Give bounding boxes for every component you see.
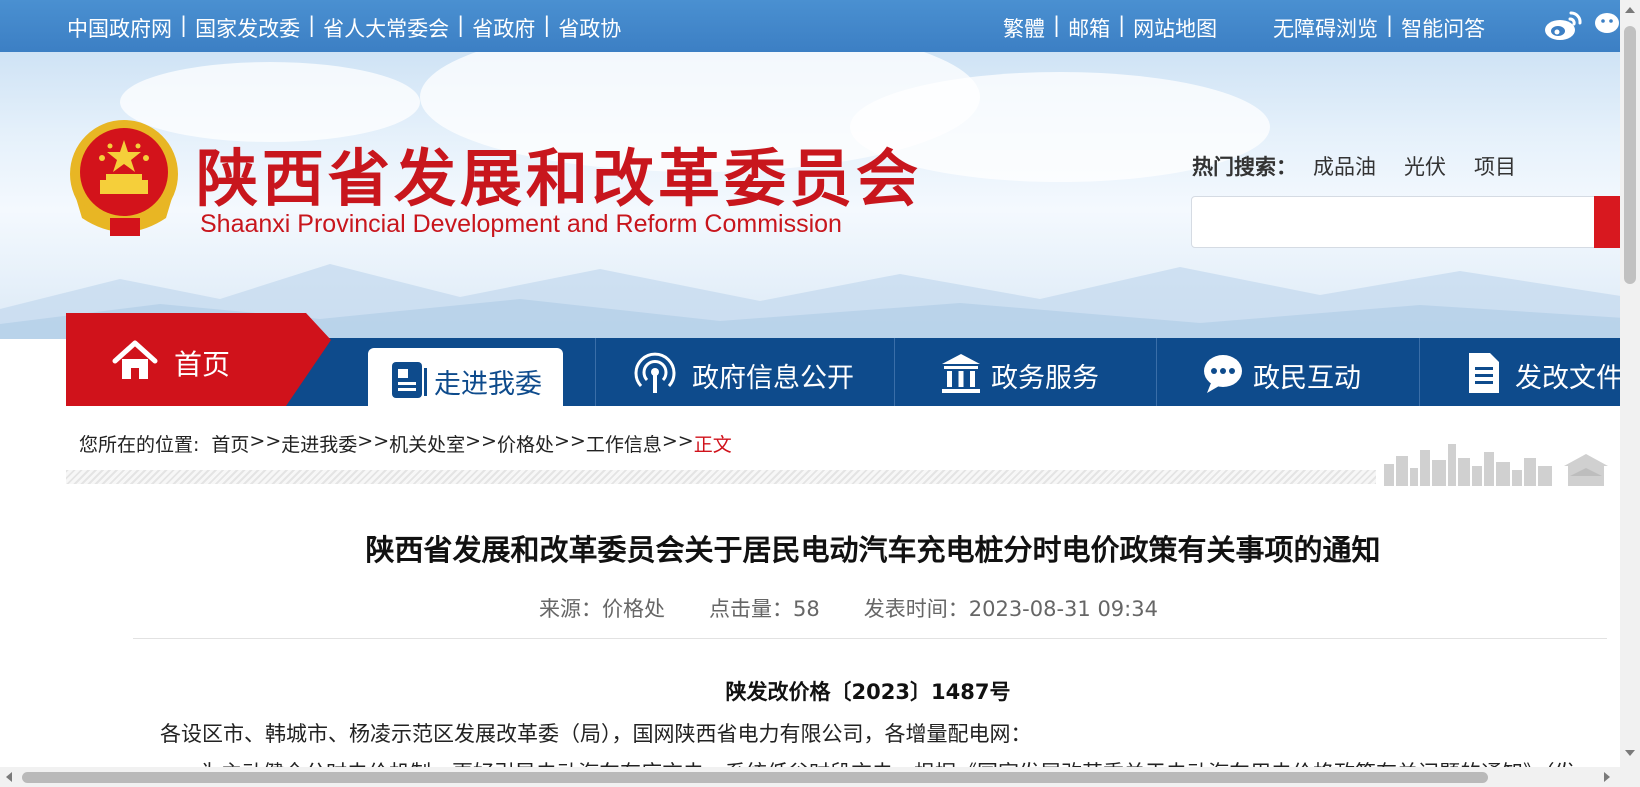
hot-search: 热门搜索： 成品油 光伏 项目: [1192, 151, 1544, 181]
scroll-up-icon[interactable]: [1625, 7, 1635, 13]
link-smart-qa[interactable]: 智能问答: [1401, 13, 1485, 43]
hot-keyword[interactable]: 光伏: [1404, 151, 1446, 181]
breadcrumb-departments[interactable]: 机关处室: [389, 430, 465, 457]
separator: |: [1386, 13, 1394, 37]
top-links-left: 中国政府网 | 国家发改委 | 省人大常委会 | 省政府 | 省政协: [67, 13, 621, 43]
breadcrumb-work-info[interactable]: 工作信息: [586, 430, 662, 457]
nav-home-label: 首页: [174, 348, 231, 381]
link-sitemap[interactable]: 网站地图: [1133, 13, 1217, 43]
chat-icon: [1201, 351, 1245, 402]
link-ndrc[interactable]: 国家发改委: [195, 13, 300, 43]
breadcrumb-current: 正文: [693, 434, 732, 456]
nav-interaction[interactable]: 政民互动: [1157, 338, 1419, 406]
scroll-right-icon[interactable]: [1604, 772, 1610, 782]
government-building-icon: [939, 351, 983, 402]
link-traditional-chinese[interactable]: 繁體: [1003, 13, 1045, 43]
vertical-scrollbar[interactable]: [1620, 0, 1640, 787]
article-hits: 点击量：58: [709, 597, 820, 621]
nav-about-label: 走进我委: [434, 369, 542, 400]
horizontal-scroll-thumb[interactable]: [22, 772, 1488, 783]
breadcrumb-separator: >>: [554, 430, 586, 452]
home-icon: [112, 339, 158, 387]
vertical-scroll-thumb[interactable]: [1624, 26, 1636, 284]
link-gov-cn[interactable]: 中国政府网: [67, 13, 172, 43]
breadcrumb-about[interactable]: 走进我委: [281, 430, 357, 457]
top-bar: 中国政府网 | 国家发改委 | 省人大常委会 | 省政府 | 省政协 繁體 | …: [0, 0, 1640, 52]
top-links-mid: 繁體 | 邮箱 | 网站地图: [1003, 13, 1217, 43]
scroll-down-icon[interactable]: [1625, 750, 1635, 756]
article-published-time: 发表时间：2023-08-31 09:34: [863, 597, 1158, 621]
breadcrumb: 您所在的位置: 首页 >> 走进我委 >> 机关处室 >> 价格处 >> 工作信…: [79, 430, 732, 457]
scroll-left-icon[interactable]: [6, 772, 12, 782]
search-input[interactable]: [1191, 196, 1595, 248]
id-card-icon: [389, 360, 429, 404]
separator: |: [543, 13, 551, 37]
nav-services[interactable]: 政务服务: [895, 338, 1156, 406]
national-emblem-icon: [66, 118, 184, 244]
nav-services-label: 政务服务: [991, 363, 1099, 394]
breadcrumb-price-division[interactable]: 价格处: [497, 430, 554, 457]
link-provincial-government[interactable]: 省政府: [472, 13, 535, 43]
breadcrumb-separator: >>: [465, 430, 497, 452]
separator: |: [457, 13, 465, 37]
nav-gov-info[interactable]: 政府信息公开: [596, 338, 894, 406]
nav-documents-label: 发改文件: [1515, 363, 1623, 394]
link-accessibility[interactable]: 无障碍浏览: [1273, 13, 1378, 43]
horizontal-scrollbar[interactable]: [0, 767, 1620, 787]
document-icon: [1466, 351, 1502, 402]
breadcrumb-separator: >>: [357, 430, 390, 452]
hot-keyword[interactable]: 项目: [1474, 151, 1516, 181]
broadcast-icon: [632, 351, 678, 402]
article-recipients: 各设区市、韩城市、杨凌示范区发展改革委（局），国网陕西省电力有限公司，各增量配电…: [160, 722, 1032, 746]
document-number: 陕发改价格〔2023〕1487号: [725, 680, 1011, 704]
separator: |: [308, 13, 316, 37]
breadcrumb-label: 您所在的位置:: [79, 434, 200, 456]
breadcrumb-separator: >>: [661, 430, 694, 452]
article-source: 来源：价格处: [539, 597, 665, 621]
link-mailbox[interactable]: 邮箱: [1068, 13, 1110, 43]
separator: |: [180, 13, 188, 37]
divider: [133, 638, 1607, 639]
city-skyline-icon: [1380, 440, 1620, 490]
hatch-divider: [66, 470, 1376, 484]
breadcrumb-separator: >>: [249, 430, 282, 452]
site-subtitle: Shaanxi Provincial Development and Refor…: [200, 210, 842, 238]
nav-gov-info-label: 政府信息公开: [692, 363, 854, 394]
article-meta: 来源：价格处 点击量：58 发表时间：2023-08-31 09:34: [539, 593, 1202, 623]
separator: |: [1053, 13, 1061, 37]
site-header: 陕西省发展和改革委员会 Shaanxi Provincial Developme…: [0, 52, 1640, 339]
top-links-right: 无障碍浏览 | 智能问答: [1273, 13, 1485, 43]
breadcrumb-home[interactable]: 首页: [211, 430, 249, 457]
hot-keyword[interactable]: 成品油: [1313, 151, 1376, 181]
nav-home[interactable]: 首页: [66, 313, 331, 406]
weibo-icon[interactable]: [1543, 10, 1583, 47]
nav-documents[interactable]: 发改文件: [1420, 338, 1623, 406]
hot-search-label: 热门搜索：: [1192, 155, 1297, 179]
link-provincial-cppcc[interactable]: 省政协: [558, 13, 621, 43]
link-provincial-congress[interactable]: 省人大常委会: [323, 13, 449, 43]
separator: |: [1118, 13, 1126, 37]
site-title[interactable]: 陕西省发展和改革委员会: [196, 128, 922, 218]
nav-interaction-label: 政民互动: [1253, 363, 1361, 394]
nav-about[interactable]: 走进我委: [368, 348, 563, 406]
article-title: 陕西省发展和改革委员会关于居民电动汽车充电桩分时电价政策有关事项的通知: [365, 533, 1381, 567]
